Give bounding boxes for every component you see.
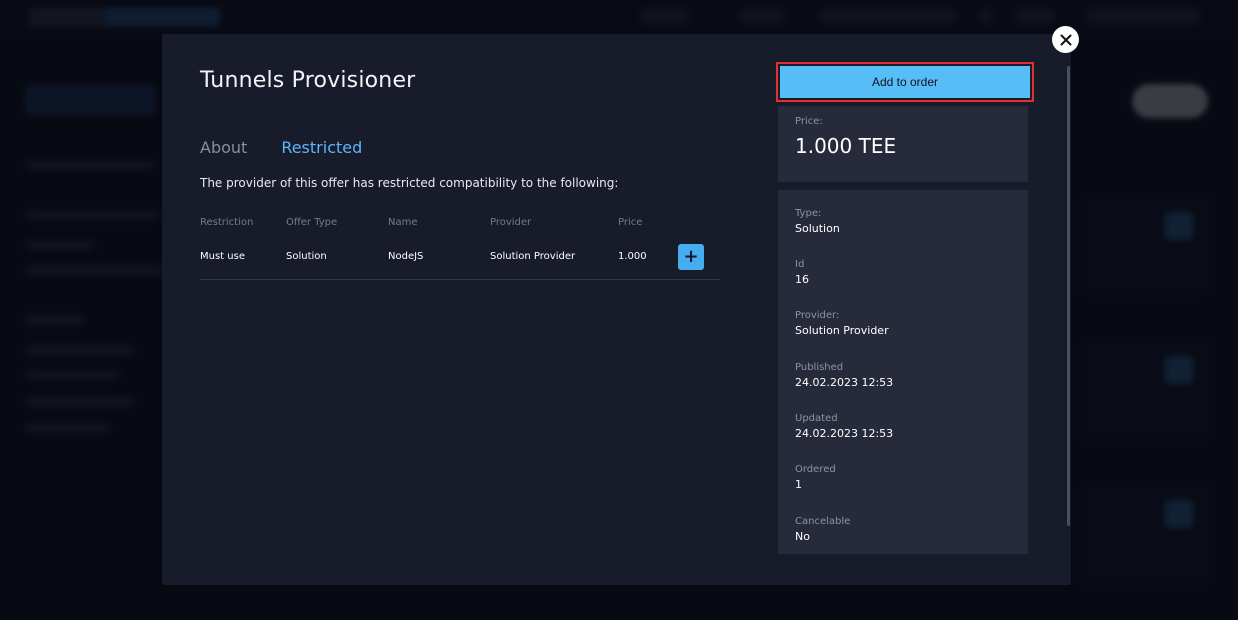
restrictions-table: Restriction Offer Type Name Provider Pri… <box>200 210 720 280</box>
price-card: Price: 1.000 TEE <box>778 106 1028 182</box>
info-label: Ordered <box>795 464 836 475</box>
info-value: 24.02.2023 12:53 <box>795 376 894 389</box>
info-updated: Updated 24.02.2023 12:53 <box>795 413 893 440</box>
info-provider: Provider: Solution Provider <box>795 310 889 337</box>
price-value: 1.000 TEE <box>795 134 897 158</box>
add-restricted-offer-button[interactable]: + <box>678 243 704 270</box>
info-cancelable: Cancelable No <box>795 516 850 543</box>
info-label: Cancelable <box>795 516 851 527</box>
restriction-description: The provider of this offer has restricte… <box>200 176 619 190</box>
header-offer-type: Offer Type <box>286 216 338 228</box>
tab-about[interactable]: About <box>200 138 247 157</box>
cell-provider: Solution Provider <box>490 251 576 262</box>
info-value: Solution Provider <box>795 324 889 337</box>
info-value: Solution <box>795 222 840 235</box>
tab-restricted[interactable]: Restricted <box>281 138 362 157</box>
offer-details-modal: Tunnels Provisioner About Restricted The… <box>162 34 1071 585</box>
info-value: 1 <box>795 478 802 491</box>
header-provider: Provider <box>490 216 532 228</box>
info-value: 24.02.2023 12:53 <box>795 427 894 440</box>
modal-scrollbar[interactable] <box>1067 66 1070 526</box>
cell-offer-type: Solution <box>286 251 327 262</box>
info-ordered: Ordered 1 <box>795 464 836 491</box>
info-label: Type: <box>795 208 822 219</box>
cell-price: 1.000 <box>618 251 647 262</box>
add-to-order-highlight: Add to order <box>776 62 1034 102</box>
close-modal-button[interactable] <box>1052 26 1079 53</box>
offer-info-card: Type: Solution Id 16 Provider: Solution … <box>778 190 1028 554</box>
modal-title: Tunnels Provisioner <box>200 68 416 93</box>
info-label: Id <box>795 259 805 270</box>
info-label: Provider: <box>795 310 840 321</box>
price-label: Price: <box>795 116 823 127</box>
header-restriction: Restriction <box>200 216 254 228</box>
cell-restriction: Must use <box>200 251 245 262</box>
close-icon <box>1060 34 1071 45</box>
info-id: Id 16 <box>795 259 809 286</box>
cell-name: NodeJS <box>388 251 424 262</box>
header-name: Name <box>388 216 418 228</box>
info-label: Updated <box>795 413 838 424</box>
info-label: Published <box>795 362 844 373</box>
info-value: No <box>795 530 810 543</box>
info-type: Type: Solution <box>795 208 840 235</box>
tab-bar: About Restricted <box>200 138 362 157</box>
table-header: Restriction Offer Type Name Provider Pri… <box>200 210 720 234</box>
info-published: Published 24.02.2023 12:53 <box>795 362 893 389</box>
info-value: 16 <box>795 273 809 286</box>
header-price: Price <box>618 216 643 228</box>
add-to-order-button[interactable]: Add to order <box>780 66 1030 98</box>
plus-icon: + <box>683 245 699 267</box>
table-row: Must use Solution NodeJS Solution Provid… <box>200 234 720 280</box>
